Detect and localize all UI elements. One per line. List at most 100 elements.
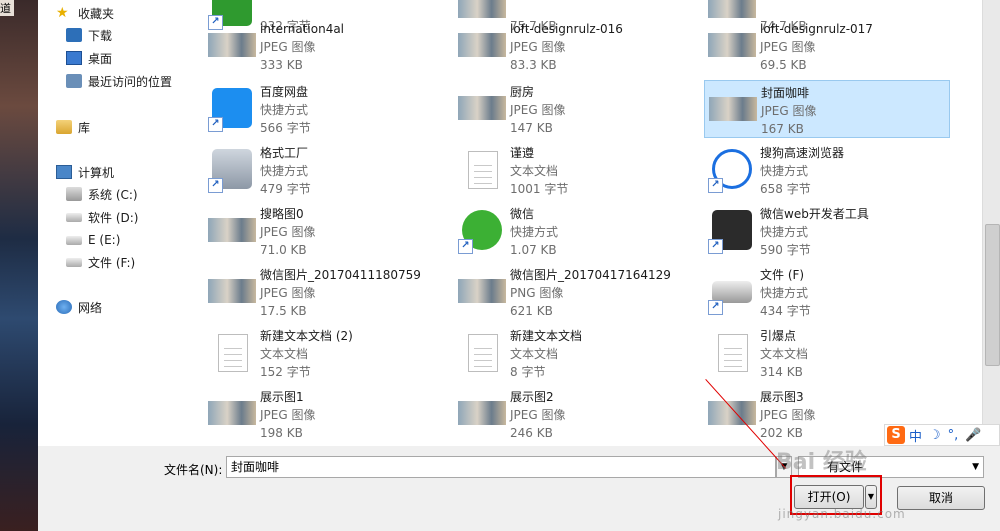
file-item[interactable]: 引爆点 文本文档 314 KB [704,324,950,382]
file-item[interactable]: 展示图1 JPEG 图像 198 KB [204,385,450,443]
sidebar-item-label: 网络 [78,300,103,315]
file-item[interactable]: loft-designrulz-017 JPEG 图像 69.5 KB [704,17,950,75]
vertical-scrollbar[interactable] [982,0,1000,446]
file-item[interactable]: ↗ 微信 快捷方式 1.07 KB [454,202,700,260]
drive-shortcut-icon: ↗ [708,267,756,315]
wechat-devtools-icon: ↗ [708,206,756,254]
desktop-icon [66,51,82,65]
navigation-pane: ★ 收藏夹 下载 桌面 最近访问的位置 库 计算机 系统 (C:) 软件 (D:… [38,0,199,446]
file-item[interactable]: 厨房 JPEG 图像 147 KB [454,80,700,138]
file-size: 69.5 KB [760,58,807,72]
filename-input[interactable]: 封面咖啡 [226,456,776,478]
file-name: 格式工厂 [260,146,309,160]
sidebar-item-desktop[interactable]: 桌面 [66,48,112,68]
microphone-icon[interactable]: 🎤 [965,428,981,443]
file-item[interactable]: 谨遵 文本文档 1001 字节 [454,141,700,199]
drive-icon [66,257,82,267]
wechat-icon: ↗ [458,206,506,254]
sidebar-item-label: 最近访问的位置 [88,74,173,89]
file-item[interactable]: 展示图2 JPEG 图像 246 KB [454,385,700,443]
file-item[interactable]: ↗ 搜狗高速浏览器 快捷方式 658 字节 [704,141,950,199]
file-item[interactable]: ↗ 文件 (F) 快捷方式 434 字节 [704,263,950,321]
sidebar-item-drive-f[interactable]: 文件 (F:) [66,252,135,272]
watermark-logo: Bai 经验 [776,450,867,475]
file-name: 展示图1 [260,390,304,404]
file-type: 快捷方式 [260,164,309,178]
file-name: loft-designrulz-017 [760,22,873,36]
scrollbar-thumb[interactable] [985,224,1000,366]
file-size: 479 字节 [260,182,311,196]
file-name: 引爆点 [760,329,797,343]
file-size: 590 字节 [760,243,811,257]
file-name: 搜略图0 [260,207,304,221]
file-size: 246 KB [510,426,553,440]
file-name: 厨房 [510,85,535,99]
file-type: 文本文档 [510,164,559,178]
shortcut-arrow-icon: ↗ [208,117,223,132]
text-document-icon [708,328,756,376]
sidebar-item-drive-e[interactable]: E (E:) [66,230,120,250]
file-type [760,0,807,17]
file-item[interactable]: loft-designrulz-016 JPEG 图像 83.3 KB [454,17,700,75]
sidebar-item-computer[interactable]: 计算机 [56,162,114,182]
file-size: 1001 字节 [510,182,569,196]
file-type: 文本文档 [260,347,309,361]
file-list[interactable]: ↗ 932 字节 75.7 KB 74.7 KB internation4al JPEG … [198,0,982,446]
file-item[interactable]: 封面咖啡 JPEG 图像 167 KB [704,80,950,138]
file-name: loft-designrulz-016 [510,22,623,36]
ime-toolbar[interactable]: S 中 ☽ °, 🎤 [884,424,1000,446]
text-document-icon [458,328,506,376]
file-item[interactable]: internation4al JPEG 图像 333 KB [204,17,450,75]
file-item[interactable]: 新建文本文档 (2) 文本文档 152 字节 [204,324,450,382]
star-icon: ★ [56,5,69,21]
file-item[interactable]: ↗ 微信web开发者工具 快捷方式 590 字节 [704,202,950,260]
file-size: 71.0 KB [260,243,307,257]
file-name: 新建文本文档 (2) [260,329,353,343]
file-name: 新建文本文档 [510,329,583,343]
file-item[interactable]: 微信图片_20170411180759 JPEG 图像 17.5 KB [204,263,450,321]
ime-punctuation-icon[interactable]: °, [948,428,959,443]
file-item[interactable]: 搜略图0 JPEG 图像 71.0 KB [204,202,450,260]
sidebar-item-network[interactable]: 网络 [56,297,102,317]
filename-label: 文件名(N): [164,463,223,477]
sogou-browser-icon: ↗ [708,145,756,193]
sidebar-item-recent-places[interactable]: 最近访问的位置 [66,71,172,91]
file-size: 8 字节 [510,365,546,379]
ime-halfwidth-icon[interactable]: ☽ [929,428,941,443]
background-wallpaper: 道 [0,0,38,531]
file-item[interactable]: ↗ 百度网盘 快捷方式 566 字节 [204,80,450,138]
file-type: JPEG 图像 [510,408,566,422]
file-type: 文本文档 [760,347,809,361]
cancel-button[interactable]: 取消 [897,486,985,510]
recent-places-icon [66,74,82,88]
sidebar-item-drive-d[interactable]: 软件 (D:) [66,207,138,227]
file-item[interactable]: 微信图片_20170417164129 PNG 图像 621 KB [454,263,700,321]
file-name: 微信图片_20170411180759 [260,268,421,282]
sidebar-item-label: 桌面 [88,51,113,66]
system-drive-icon [66,187,82,201]
file-item[interactable]: 新建文本文档 文本文档 8 字节 [454,324,700,382]
sidebar-item-downloads[interactable]: 下载 [66,25,112,45]
sidebar-item-library[interactable]: 库 [56,117,90,137]
file-name: internation4al [260,22,345,36]
file-size: 198 KB [260,426,303,440]
image-thumb-icon [458,389,506,437]
file-type [260,0,311,17]
shortcut-arrow-icon: ↗ [708,178,723,193]
file-type: 快捷方式 [760,286,809,300]
text-document-icon [458,145,506,193]
file-type: JPEG 图像 [260,40,316,54]
image-thumb-icon [709,85,757,133]
file-type: 快捷方式 [760,225,809,239]
file-type: 快捷方式 [260,103,309,117]
file-item[interactable]: ↗ 格式工厂快捷方式 479 字节 [204,141,450,199]
sidebar-item-favorites[interactable]: ★ 收藏夹 [56,3,114,23]
watermark-url: jingyan.baidu.com [778,507,906,521]
file-type: JPEG 图像 [761,104,817,118]
file-size: 152 字节 [260,365,311,379]
image-thumb-icon [458,267,506,315]
sidebar-item-drive-c[interactable]: 系统 (C:) [66,184,138,204]
ime-mode-chinese[interactable]: 中 [909,426,922,445]
image-thumb-icon [708,389,756,437]
shortcut-arrow-icon: ↗ [208,178,223,193]
